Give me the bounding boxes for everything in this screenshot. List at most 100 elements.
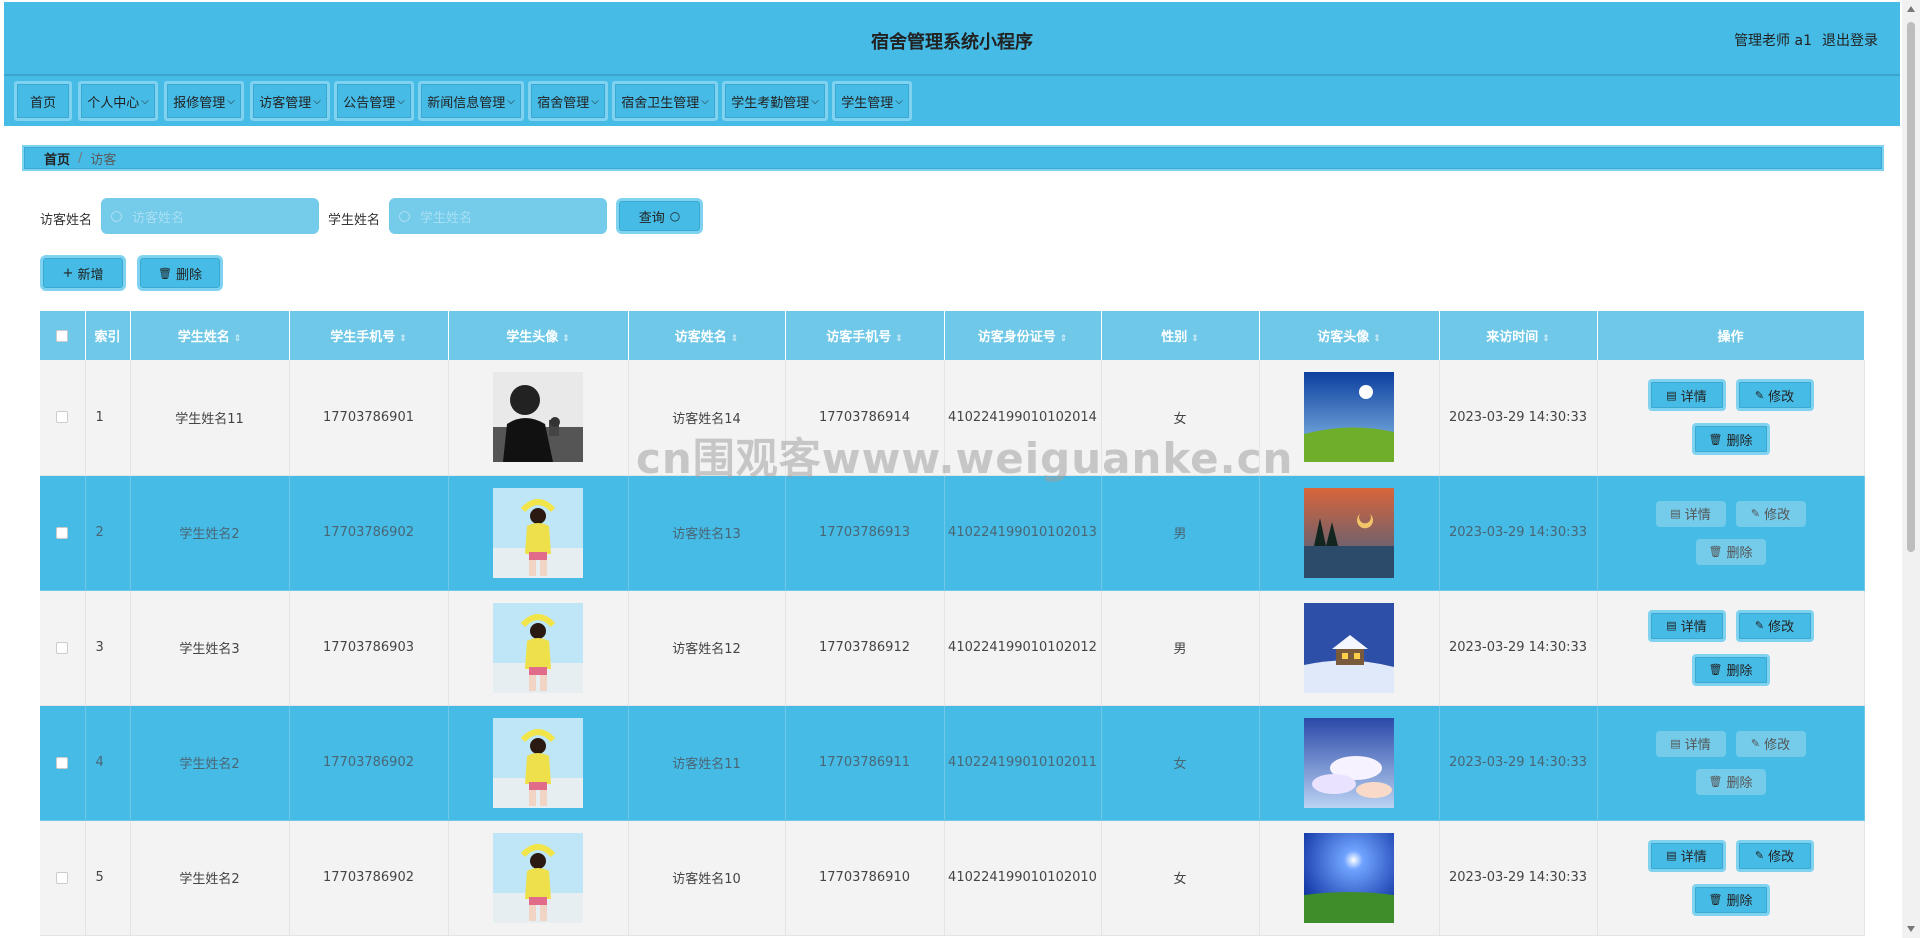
nav-item-student[interactable]: 学生管理 ⌵ — [832, 81, 912, 121]
pencil-icon: ✎ — [1754, 849, 1765, 862]
row-checkbox[interactable] — [56, 756, 69, 769]
cell-student-avatar — [448, 820, 629, 936]
app-title: 宿舍管理系统小程序 — [871, 32, 1033, 53]
column-header[interactable]: 学生姓名 ⇕ — [130, 311, 290, 360]
breadcrumb-home[interactable]: 首页 — [44, 149, 70, 168]
visitor-avatar-image[interactable] — [1304, 832, 1394, 923]
column-header[interactable]: 访客身份证号 ⇕ — [944, 311, 1102, 360]
delete-button[interactable]: 🗑 删除 — [1691, 653, 1770, 686]
scroll-up-icon[interactable] — [1907, 6, 1915, 12]
delete-selected-button[interactable]: 🗑 删除 — [137, 255, 223, 291]
nav-item-hygiene[interactable]: 宿舍卫生管理 ⌵ — [612, 81, 718, 121]
edit-button-label: 修改 — [1764, 738, 1791, 753]
edit-button[interactable]: ✎ 修改 — [1735, 500, 1806, 527]
column-header[interactable]: 访客头像 ⇕ — [1259, 311, 1440, 360]
add-button-label: 新增 — [77, 267, 104, 283]
delete-button-label: 删除 — [1726, 894, 1753, 909]
student-avatar-image[interactable] — [493, 602, 583, 693]
row-select-cell — [40, 590, 86, 706]
detail-button-label: 详情 — [1684, 738, 1711, 753]
nav-item-dorm[interactable]: 宿舍管理 ⌵ — [528, 81, 608, 121]
student-avatar-image[interactable] — [493, 717, 583, 808]
trash-icon: 🗑 — [1708, 663, 1723, 676]
trash-icon: 🗑 — [1708, 432, 1723, 446]
detail-button[interactable]: ▤ 详情 — [1647, 379, 1726, 412]
nav-item-label: 个人中心 — [87, 95, 140, 111]
cell-visitor-phone: 17703786913 — [785, 475, 945, 591]
detail-button[interactable]: ▤ 详情 — [1647, 609, 1726, 642]
table-row[interactable]: 4 学生姓名2 17703786902 访客姓名11 17703786911 4… — [40, 705, 1865, 821]
cell-student-phone: 17703786902 — [289, 475, 449, 591]
edit-button[interactable]: ✎ 修改 — [1735, 379, 1814, 412]
delete-button[interactable]: 🗑 删除 — [1691, 423, 1770, 456]
table-row[interactable]: 2 学生姓名2 17703786902 访客姓名13 17703786913 4… — [40, 475, 1865, 591]
trash-icon: 🗑 — [1708, 775, 1723, 788]
cell-student-avatar — [448, 360, 629, 476]
sort-icon: ⇕ — [730, 334, 739, 344]
student-avatar-image[interactable] — [493, 487, 583, 578]
nav-item-repair[interactable]: 报修管理 ⌵ — [164, 81, 244, 121]
row-checkbox[interactable] — [56, 871, 69, 884]
row-checkbox[interactable] — [56, 411, 69, 424]
delete-button[interactable]: 🗑 删除 — [1695, 538, 1766, 565]
edit-button-label: 修改 — [1768, 389, 1795, 405]
cell-gender: 男 — [1101, 475, 1260, 591]
visitor-avatar-image[interactable] — [1304, 602, 1394, 693]
column-header[interactable]: 性别 ⇕ — [1101, 311, 1260, 360]
student-avatar-image[interactable] — [493, 832, 583, 923]
nav-item-label: 宿舍卫生管理 — [621, 95, 700, 111]
document-icon: ▤ — [1666, 849, 1677, 862]
chevron-down-icon: ⌵ — [227, 95, 235, 107]
student-avatar-image[interactable] — [493, 372, 583, 463]
table-row[interactable]: 5 学生姓名2 17703786902 访客姓名10 17703786910 4… — [40, 820, 1865, 936]
detail-button[interactable]: ▤ 详情 — [1647, 839, 1726, 872]
student-name-input[interactable]: 学生姓名 — [389, 198, 607, 234]
table-row[interactable]: 3 学生姓名3 17703786903 访客姓名12 17703786912 4… — [40, 590, 1865, 706]
nav-item-notice[interactable]: 公告管理 ⌵ — [334, 81, 414, 121]
nav-item-home[interactable]: 首页 — [14, 81, 72, 121]
detail-button[interactable]: ▤ 详情 — [1655, 500, 1726, 527]
row-checkbox[interactable] — [56, 641, 69, 654]
column-header[interactable]: 访客手机号 ⇕ — [785, 311, 945, 360]
row-checkbox[interactable] — [56, 526, 69, 539]
add-button[interactable]: + 新增 — [40, 255, 126, 291]
edit-button-label: 修改 — [1768, 620, 1795, 635]
vertical-scrollbar[interactable] — [1902, 0, 1920, 938]
edit-button[interactable]: ✎ 修改 — [1735, 839, 1814, 872]
visitor-table: 索引 学生姓名 ⇕ 学生手机号 ⇕ 学生头像 ⇕ 访客姓名 ⇕ 访客手机号 ⇕ 访客身份证… — [40, 311, 1865, 936]
detail-button[interactable]: ▤ 详情 — [1655, 730, 1726, 757]
logout-link[interactable]: 退出登录 — [1822, 30, 1878, 50]
scrollbar-thumb[interactable] — [1907, 22, 1915, 552]
cell-student-phone: 17703786901 — [289, 360, 449, 476]
cell-index: 2 — [85, 475, 131, 591]
pencil-icon: ✎ — [1750, 737, 1761, 750]
visitor-avatar-image[interactable] — [1304, 372, 1394, 463]
column-header[interactable]: 访客姓名 ⇕ — [628, 311, 786, 360]
sort-icon: ⇕ — [895, 334, 903, 344]
nav-item-label: 首页 — [29, 95, 56, 111]
visitor-avatar-image[interactable] — [1304, 717, 1394, 808]
column-header[interactable]: 学生手机号 ⇕ — [289, 311, 449, 360]
select-all-checkbox[interactable] — [56, 329, 69, 342]
top-header: 宿舍管理系统小程序 管理老师 a1 退出登录 — [4, 2, 1900, 76]
pencil-icon: ✎ — [1754, 388, 1765, 402]
edit-button[interactable]: ✎ 修改 — [1735, 730, 1806, 757]
delete-button[interactable]: 🗑 删除 — [1695, 768, 1766, 795]
cell-student-name: 学生姓名2 — [130, 475, 290, 591]
nav-item-label: 报修管理 — [173, 95, 226, 111]
edit-button[interactable]: ✎ 修改 — [1735, 609, 1814, 642]
sort-icon: ⇕ — [1191, 334, 1199, 344]
nav-item-personal[interactable]: 个人中心 ⌵ — [78, 81, 158, 121]
column-header[interactable]: 学生头像 ⇕ — [448, 311, 629, 360]
visitor-avatar-image[interactable] — [1304, 487, 1394, 578]
scroll-down-icon[interactable] — [1907, 926, 1915, 932]
nav-item-news[interactable]: 新闻信息管理 ⌵ — [418, 81, 524, 121]
delete-button[interactable]: 🗑 删除 — [1691, 883, 1770, 916]
nav-item-visitor[interactable]: 访客管理 ⌵ — [250, 81, 330, 121]
column-header[interactable]: 来访时间 ⇕ — [1439, 311, 1598, 360]
visitor-name-input[interactable]: 访客姓名 — [101, 198, 319, 234]
nav-item-attendance[interactable]: 学生考勤管理 ⌵ — [722, 81, 828, 121]
query-button[interactable]: 查询 ○ — [616, 198, 703, 234]
edit-button-label: 修改 — [1764, 508, 1791, 523]
delete-button-label: 删除 — [1726, 664, 1753, 679]
